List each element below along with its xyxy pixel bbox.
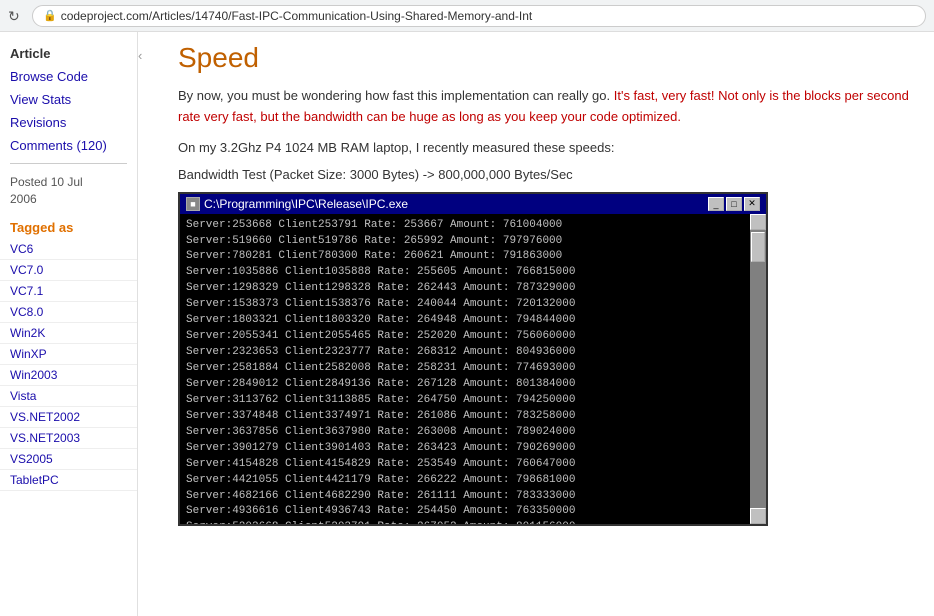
url-text: codeproject.com/Articles/14740/Fast-IPC-…: [61, 9, 533, 23]
console-line: Server:4154828 Client4154829 Rate: 25354…: [186, 457, 760, 473]
console-line: Server:3374848 Client3374971 Rate: 26108…: [186, 409, 760, 425]
page-title: Speed: [178, 42, 914, 74]
sidebar-tag-vsnet2002[interactable]: VS.NET2002: [0, 407, 137, 428]
sidebar-tagged-label: Tagged as: [0, 212, 137, 239]
console-titlebar: ■ C:\Programming\IPC\Release\IPC.exe _ □…: [180, 194, 766, 214]
console-line: Server:2581884 Client2582008 Rate: 25823…: [186, 361, 760, 377]
sidebar-tag-vsnet2003[interactable]: VS.NET2003: [0, 428, 137, 449]
console-line: Server:1298329 Client1298328 Rate: 26244…: [186, 281, 760, 297]
sidebar-tag-vs2005[interactable]: VS2005: [0, 449, 137, 470]
console-line: Server:2055341 Client2055465 Rate: 25202…: [186, 329, 760, 345]
console-line: Server:1035886 Client1035888 Rate: 25560…: [186, 265, 760, 281]
console-line: Server:4936616 Client4936743 Rate: 25445…: [186, 504, 760, 520]
sidebar-tag-vc6[interactable]: VC6: [0, 239, 137, 260]
console-line: Server:4421055 Client4421179 Rate: 26622…: [186, 473, 760, 489]
sidebar-tag-win2k[interactable]: Win2K: [0, 323, 137, 344]
console-line: Server:519660 Client519786 Rate: 265992 …: [186, 234, 760, 250]
refresh-icon[interactable]: ↻: [8, 8, 24, 24]
console-line: Server:4682166 Client4682290 Rate: 26111…: [186, 489, 760, 505]
console-maximize-btn[interactable]: □: [726, 197, 742, 211]
bandwidth-line: Bandwidth Test (Packet Size: 3000 Bytes)…: [178, 167, 914, 182]
sidebar-link-view-stats[interactable]: View Stats: [0, 88, 137, 111]
console-line: Server:1803321 Client1803320 Rate: 26494…: [186, 313, 760, 329]
sidebar-tag-vista[interactable]: Vista: [0, 386, 137, 407]
highlight-fast: It's fast, very fast! Not only is the bl…: [178, 88, 909, 124]
scrollbar-thumb[interactable]: [751, 232, 765, 262]
sidebar-link-revisions[interactable]: Revisions: [0, 111, 137, 134]
console-window: ■ C:\Programming\IPC\Release\IPC.exe _ □…: [178, 192, 768, 526]
sidebar-meta-posted: Posted 10 Jul 2006: [0, 170, 137, 212]
console-line: Server:5203668 Client5203791 Rate: 26705…: [186, 520, 760, 523]
console-line: Server:3901279 Client3901403 Rate: 26342…: [186, 441, 760, 457]
page-body: Article Browse Code View Stats Revisions…: [0, 32, 934, 616]
console-line: Server:3113762 Client3113885 Rate: 26475…: [186, 393, 760, 409]
speed-line: On my 3.2Ghz P4 1024 MB RAM laptop, I re…: [178, 140, 914, 155]
scrollbar-up-arrow[interactable]: ▲: [750, 214, 766, 230]
console-line: Server:2323653 Client2323777 Rate: 26831…: [186, 345, 760, 361]
console-app-icon: ■: [186, 197, 200, 211]
sidebar: Article Browse Code View Stats Revisions…: [0, 32, 138, 616]
console-controls: _ □ ✕: [708, 197, 760, 211]
sidebar-tag-tabletpc[interactable]: TabletPC: [0, 470, 137, 491]
console-lines: Server:253668 Client253791 Rate: 253667 …: [186, 218, 760, 524]
console-scrollbar[interactable]: ▲ ▼: [750, 214, 766, 524]
sidebar-tag-win2003[interactable]: Win2003: [0, 365, 137, 386]
sidebar-divider: [10, 163, 127, 164]
console-minimize-btn[interactable]: _: [708, 197, 724, 211]
sidebar-tag-vc80[interactable]: VC8.0: [0, 302, 137, 323]
sidebar-link-browse-code[interactable]: Browse Code: [0, 65, 137, 88]
main-content: Speed By now, you must be wondering how …: [158, 32, 934, 616]
sidebar-tag-vc71[interactable]: VC7.1: [0, 281, 137, 302]
url-bar[interactable]: 🔒 codeproject.com/Articles/14740/Fast-IP…: [32, 5, 926, 27]
sidebar-link-comments[interactable]: Comments (120): [0, 134, 137, 157]
console-close-btn[interactable]: ✕: [744, 197, 760, 211]
console-title-text: C:\Programming\IPC\Release\IPC.exe: [204, 197, 408, 211]
lock-icon: 🔒: [43, 9, 57, 22]
console-line: Server:1538373 Client1538376 Rate: 24004…: [186, 297, 760, 313]
console-body: Server:253668 Client253791 Rate: 253667 …: [180, 214, 766, 524]
console-line: Server:253668 Client253791 Rate: 253667 …: [186, 218, 760, 234]
sidebar-tag-vc70[interactable]: VC7.0: [0, 260, 137, 281]
sidebar-tag-winxp[interactable]: WinXP: [0, 344, 137, 365]
article-section-label: Article: [0, 40, 137, 65]
browser-bar: ↻ 🔒 codeproject.com/Articles/14740/Fast-…: [0, 0, 934, 32]
console-line: Server:780281 Client780300 Rate: 260621 …: [186, 249, 760, 265]
console-line: Server:2849012 Client2849136 Rate: 26712…: [186, 377, 760, 393]
sidebar-arrow: ‹: [138, 32, 158, 616]
scrollbar-down-arrow[interactable]: ▼: [750, 508, 766, 524]
intro-paragraph: By now, you must be wondering how fast t…: [178, 86, 914, 128]
console-title-left: ■ C:\Programming\IPC\Release\IPC.exe: [186, 197, 408, 211]
console-line: Server:3637856 Client3637980 Rate: 26300…: [186, 425, 760, 441]
